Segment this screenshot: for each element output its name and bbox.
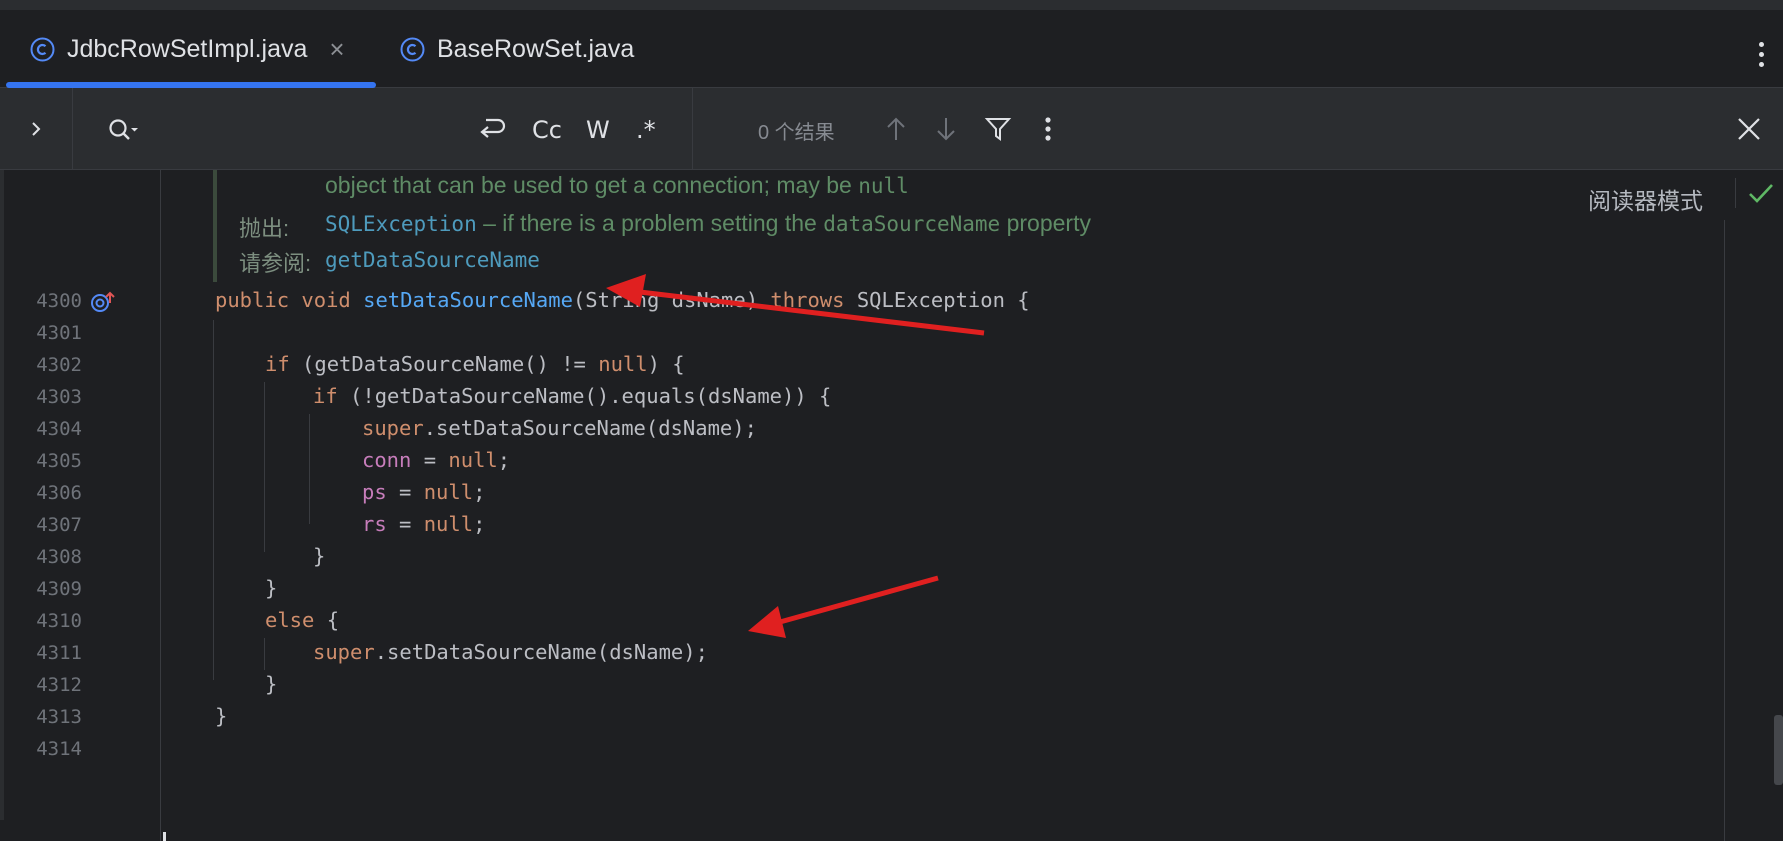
code-line-4308: } [313,544,326,568]
line-number: 4313 [36,706,82,728]
line-number: 4308 [36,546,82,568]
search-history-button[interactable] [108,118,140,149]
search-icon [109,119,138,140]
soft-wrap-icon [480,118,506,138]
line-number: 4304 [36,418,82,440]
code-line-4303: if (!getDataSourceName().equals(dsName))… [313,384,832,408]
close-icon [1738,118,1760,140]
editor-right-margin [1724,220,1725,841]
doc-see: getDataSourceName [325,246,540,273]
see-also-link[interactable]: getDataSourceName [325,248,540,272]
arrow-down-icon [937,118,955,141]
java-class-icon [30,37,55,62]
line-number: 4302 [36,354,82,376]
kebab-icon [1045,117,1051,141]
find-bar-divider [692,88,693,170]
code-line-4309: } [265,576,278,600]
line-number: 4301 [36,322,82,344]
whole-words-toggle[interactable]: W [586,116,610,144]
indent-guide [264,638,265,670]
close-find-button[interactable] [1736,116,1762,147]
red-arrow-icon [748,575,939,638]
tab-label: BaseRowSet.java [437,34,635,63]
code-line-4312: } [265,672,278,696]
close-icon[interactable]: × [329,36,344,62]
line-number: 4311 [36,642,82,664]
more-options-button[interactable] [1044,116,1052,147]
doc-throws-label: 抛出: [239,216,290,241]
code-editor[interactable]: object that can be used to get a connect… [0,170,1783,841]
filter-button[interactable] [984,116,1012,147]
reader-mode-divider [1735,178,1736,208]
scrollbar-thumb[interactable] [1774,715,1783,785]
chevron-right-icon [32,122,41,136]
tab-baserowset[interactable]: BaseRowSet.java [400,10,634,88]
previous-occurrence-button[interactable] [884,116,908,147]
rendered-doc-bar [213,170,217,282]
indent-guide [309,414,310,524]
code-line-4307: rs = null; [362,512,486,536]
line-number: 4312 [36,674,82,696]
gutter-separator [160,170,161,841]
java-class-icon [400,37,425,62]
line-number: 4306 [36,482,82,504]
tab-jdbcrowsetimpl[interactable]: JdbcRowSetImpl.java × [30,10,345,88]
indent-guide [213,320,214,680]
line-number: 4300 [36,290,82,312]
find-bar: Cc W .* 0 个结果 [0,88,1783,170]
check-icon[interactable] [1748,182,1774,209]
line-number: 4307 [36,514,82,536]
reader-mode-button[interactable]: 阅读器模式 [1588,182,1703,216]
arrow-up-icon [887,117,905,140]
code-line-4302: if (getDataSourceName() != null) { [265,352,685,376]
next-occurrence-button[interactable] [934,116,958,147]
code-line-4313: } [215,704,228,728]
line-number: 4314 [36,738,82,760]
sqlexception-link[interactable]: SQLException [325,212,477,236]
tab-more-icon[interactable] [1759,42,1765,70]
text-caret [163,832,166,841]
line-number: 4305 [36,450,82,472]
line-number: 4303 [36,386,82,408]
code-line-4300: public void setDataSourceName(String dsN… [215,288,1030,312]
line-number: 4309 [36,578,82,600]
doc-line-1: object that can be used to get a connect… [325,172,909,198]
overrides-method-icon[interactable] [90,291,118,318]
regex-toggle[interactable]: .* [636,116,656,144]
editor-left-edge [0,170,4,820]
tab-label: JdbcRowSetImpl.java [67,34,308,63]
expand-replace-button[interactable] [0,88,73,170]
match-case-toggle[interactable]: Cc [532,116,562,144]
code-line-4306: ps = null; [362,480,486,504]
match-wrap-toggle[interactable] [478,116,506,142]
search-results-count: 0 个结果 [758,122,835,144]
code-line-4304: super.setDataSourceName(dsName); [362,416,757,440]
indent-guide [264,382,265,552]
window-top-strip [0,0,1783,10]
code-line-4311: super.setDataSourceName(dsName); [313,640,708,664]
code-line-4305: conn = null; [362,448,511,472]
line-number: 4310 [36,610,82,632]
doc-throws: SQLException – if there is a problem set… [325,210,1091,236]
editor-tab-bar: JdbcRowSetImpl.java × BaseRowSet.java [0,10,1783,88]
filter-icon [984,118,1012,141]
doc-see-label: 请参阅: [239,251,312,276]
code-line-4310: else { [265,608,340,632]
